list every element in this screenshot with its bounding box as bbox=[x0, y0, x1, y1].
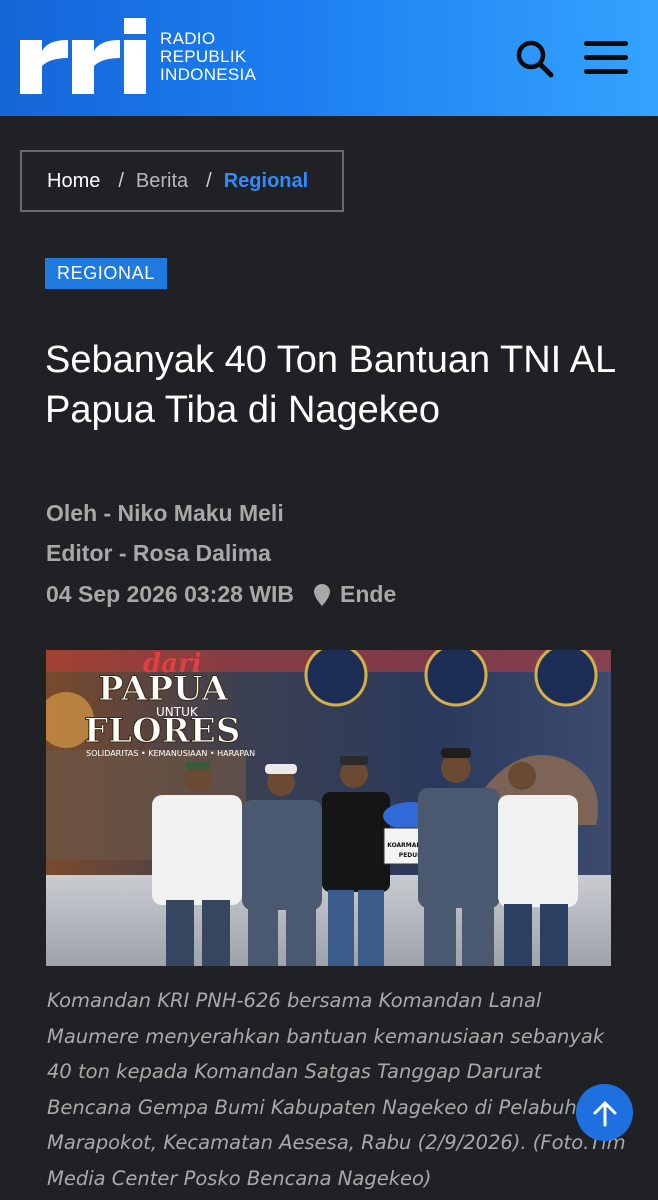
breadcrumb-home-link[interactable]: Home bbox=[47, 170, 100, 193]
breadcrumb-separator: / bbox=[118, 169, 124, 192]
breadcrumb-current[interactable]: Regional bbox=[224, 170, 308, 193]
menu-icon bbox=[584, 41, 628, 74]
search-icon bbox=[516, 40, 554, 78]
logo-line-3: INDONESIA bbox=[160, 65, 257, 84]
back-to-top-button[interactable] bbox=[576, 1084, 633, 1141]
arrow-up-icon bbox=[593, 1101, 616, 1126]
logo-wordmark: RADIO REPUBLIK INDONESIA bbox=[160, 30, 256, 84]
photo-caption: Komandan KRI PNH-626 bersama Komandan La… bbox=[47, 989, 626, 1190]
logo-line-2: REPUBLIK bbox=[160, 47, 247, 66]
breadcrumb: Home / Berita / Regional bbox=[20, 150, 344, 212]
site-header: RADIO REPUBLIK INDONESIA bbox=[0, 0, 658, 116]
article-photo-illustration: dari PAPUA UNTUK FLORES SOLIDARITAS • KE… bbox=[46, 650, 611, 966]
category-badge[interactable]: REGIONAL bbox=[45, 258, 167, 289]
banner-tagline: SOLIDARITAS • KEMANUSIAAN • HARAPAN bbox=[86, 749, 255, 758]
breadcrumb-separator: / bbox=[206, 169, 212, 192]
article-datetime: 04 Sep 2026 03:28 WIB bbox=[46, 581, 295, 607]
article-title: Sebanyak 40 Ton Bantuan TNI AL Papua Tib… bbox=[45, 339, 615, 431]
article-location: Ende bbox=[340, 581, 397, 607]
search-button[interactable] bbox=[512, 36, 556, 80]
article-editor: Editor - Rosa Dalima bbox=[46, 540, 271, 566]
article-meta-row: 04 Sep 2026 03:28 WIB Ende bbox=[46, 581, 396, 608]
breadcrumb-berita-link[interactable]: Berita bbox=[136, 170, 188, 193]
banner-flores: FLORES bbox=[84, 711, 240, 751]
article-photo: dari PAPUA UNTUK FLORES SOLIDARITAS • KE… bbox=[46, 650, 611, 966]
menu-button[interactable] bbox=[582, 36, 630, 80]
article-author: Oleh - Niko Maku Meli bbox=[46, 500, 284, 526]
location-pin-icon bbox=[314, 583, 331, 606]
site-logo[interactable]: RADIO REPUBLIK INDONESIA bbox=[20, 18, 256, 96]
banner-papua: PAPUA bbox=[98, 669, 229, 709]
rri-logo-mark bbox=[20, 18, 146, 94]
logo-line-1: RADIO bbox=[160, 29, 216, 48]
